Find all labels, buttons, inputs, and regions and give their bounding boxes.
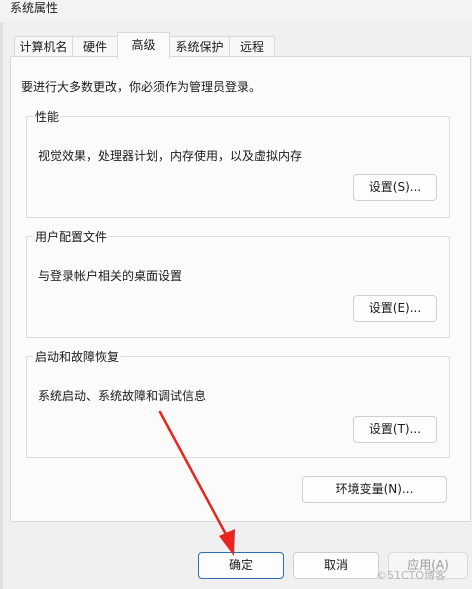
tab-remote[interactable]: 远程 [229,36,275,57]
performance-legend: 性能 [35,110,60,124]
tab-computer-name[interactable]: 计算机名 [14,36,73,57]
performance-description: 视觉效果，处理器计划，内存使用，以及虚拟内存 [38,149,303,163]
user-profiles-legend: 用户配置文件 [35,230,108,244]
title-bar: 系统属性 [0,0,472,22]
user-profiles-settings-button[interactable]: 设置(E)... [353,295,437,322]
performance-group: 性能 视觉效果，处理器计划，内存使用，以及虚拟内存 [26,108,450,218]
cancel-button[interactable]: 取消 [293,552,379,579]
startup-recovery-description: 系统启动、系统故障和调试信息 [38,389,207,403]
window-title: 系统属性 [10,1,59,15]
ok-button[interactable]: 确定 [198,552,284,579]
tab-hardware[interactable]: 硬件 [72,36,118,57]
admin-note: 要进行大多数更改，你必须作为管理员登录。 [21,80,262,94]
tab-advanced[interactable]: 高级 [117,32,170,59]
window-left-edge [0,0,3,589]
user-profiles-description: 与登录帐户相关的桌面设置 [38,269,183,283]
performance-settings-button[interactable]: 设置(S)... [353,174,437,201]
startup-recovery-settings-button[interactable]: 设置(T)... [353,416,437,443]
watermark: ©51CTO博客 [376,569,447,582]
tab-system-protection[interactable]: 系统保护 [169,36,230,57]
environment-variables-button[interactable]: 环境变量(N)... [302,476,447,503]
startup-recovery-legend: 启动和故障恢复 [35,350,120,364]
